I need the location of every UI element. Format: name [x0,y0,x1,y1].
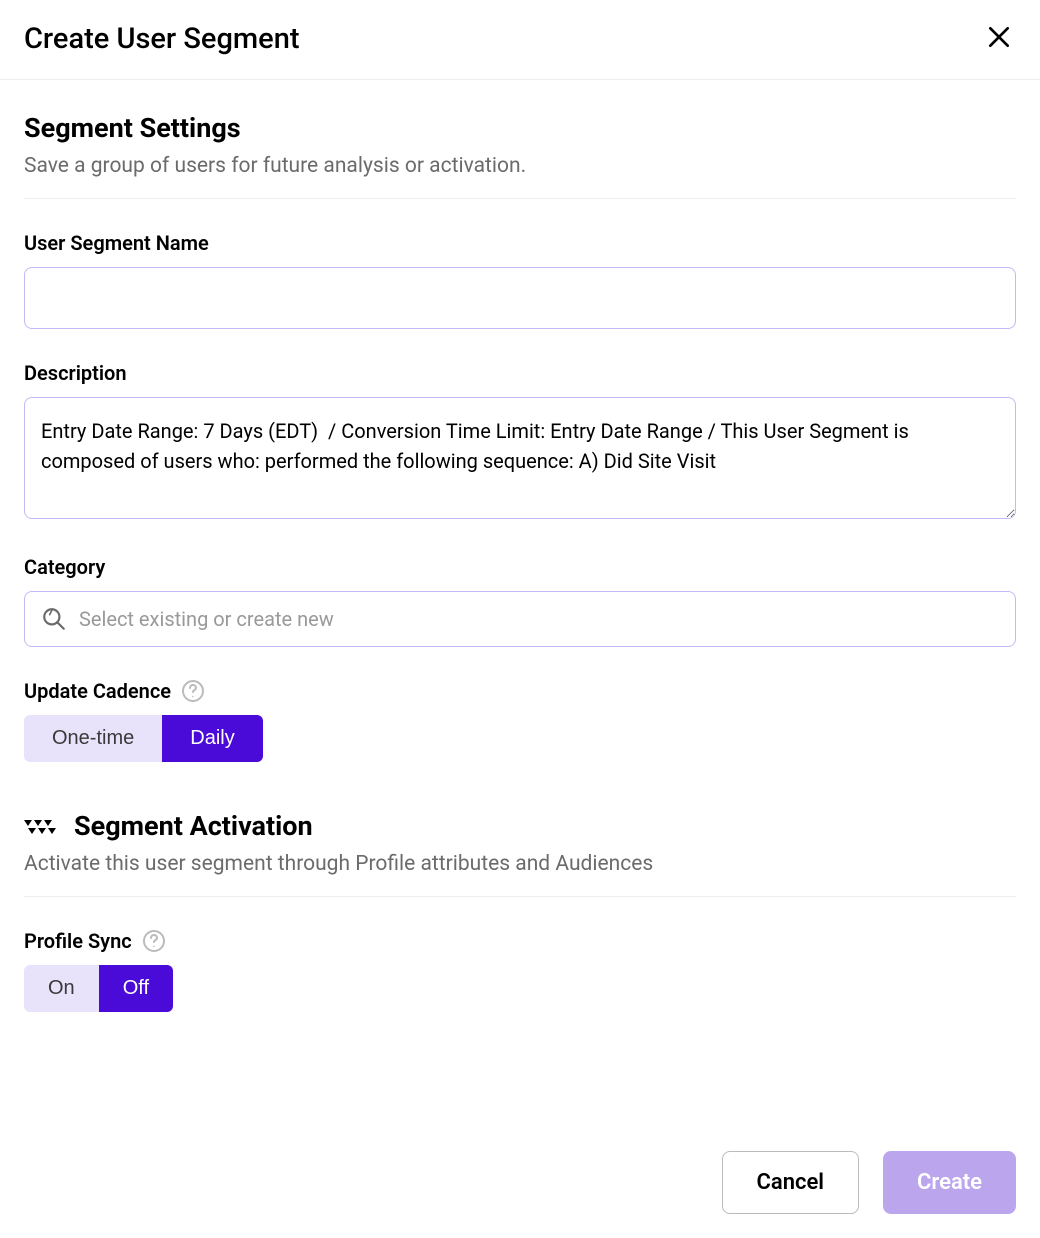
description-field: Description [24,361,1016,523]
modal-title: Create User Segment [24,22,300,56]
cadence-label: Update Cadence [24,679,171,703]
segment-name-field: User Segment Name [24,231,1016,329]
profile-sync-off[interactable]: Off [99,965,173,1012]
divider [24,896,1016,897]
cadence-label-row: Update Cadence [24,679,1016,703]
create-button[interactable]: Create [883,1151,1016,1214]
close-button[interactable] [982,20,1016,57]
category-label: Category [24,555,1016,579]
modal-header: Create User Segment [0,0,1040,80]
category-select[interactable]: Select existing or create new [24,591,1016,647]
activation-header: Segment Activation [24,810,1016,842]
segment-name-label: User Segment Name [24,231,1016,255]
profile-sync-toggle: On Off [24,965,173,1012]
cadence-field: Update Cadence One-time Daily [24,679,1016,762]
profile-sync-field: Profile Sync On Off [24,929,1016,1012]
category-field: Category Select existing or create new [24,555,1016,647]
activation-subtitle: Activate this user segment through Profi… [24,852,1016,876]
cancel-button[interactable]: Cancel [722,1151,860,1214]
profile-sync-label: Profile Sync [24,929,132,953]
help-icon[interactable] [181,679,205,703]
modal-body: Segment Settings Save a group of users f… [0,80,1040,1151]
description-input[interactable] [24,397,1016,519]
create-segment-modal: Create User Segment Segment Settings Sav… [0,0,1040,1238]
modal-footer: Cancel Create [0,1151,1040,1238]
profile-sync-label-row: Profile Sync [24,929,1016,953]
segment-name-input[interactable] [24,267,1016,329]
settings-subtitle: Save a group of users for future analysi… [24,154,1016,178]
cadence-daily[interactable]: Daily [162,715,262,762]
cadence-toggle: One-time Daily [24,715,263,762]
settings-title: Segment Settings [24,112,1016,144]
search-icon [41,606,67,632]
category-placeholder: Select existing or create new [79,607,334,631]
help-icon[interactable] [142,929,166,953]
profile-sync-on[interactable]: On [24,965,99,1012]
description-label: Description [24,361,1016,385]
activation-icon [24,814,60,838]
close-icon [986,24,1012,53]
divider [24,198,1016,199]
activation-title: Segment Activation [74,810,313,842]
cadence-one-time[interactable]: One-time [24,715,162,762]
